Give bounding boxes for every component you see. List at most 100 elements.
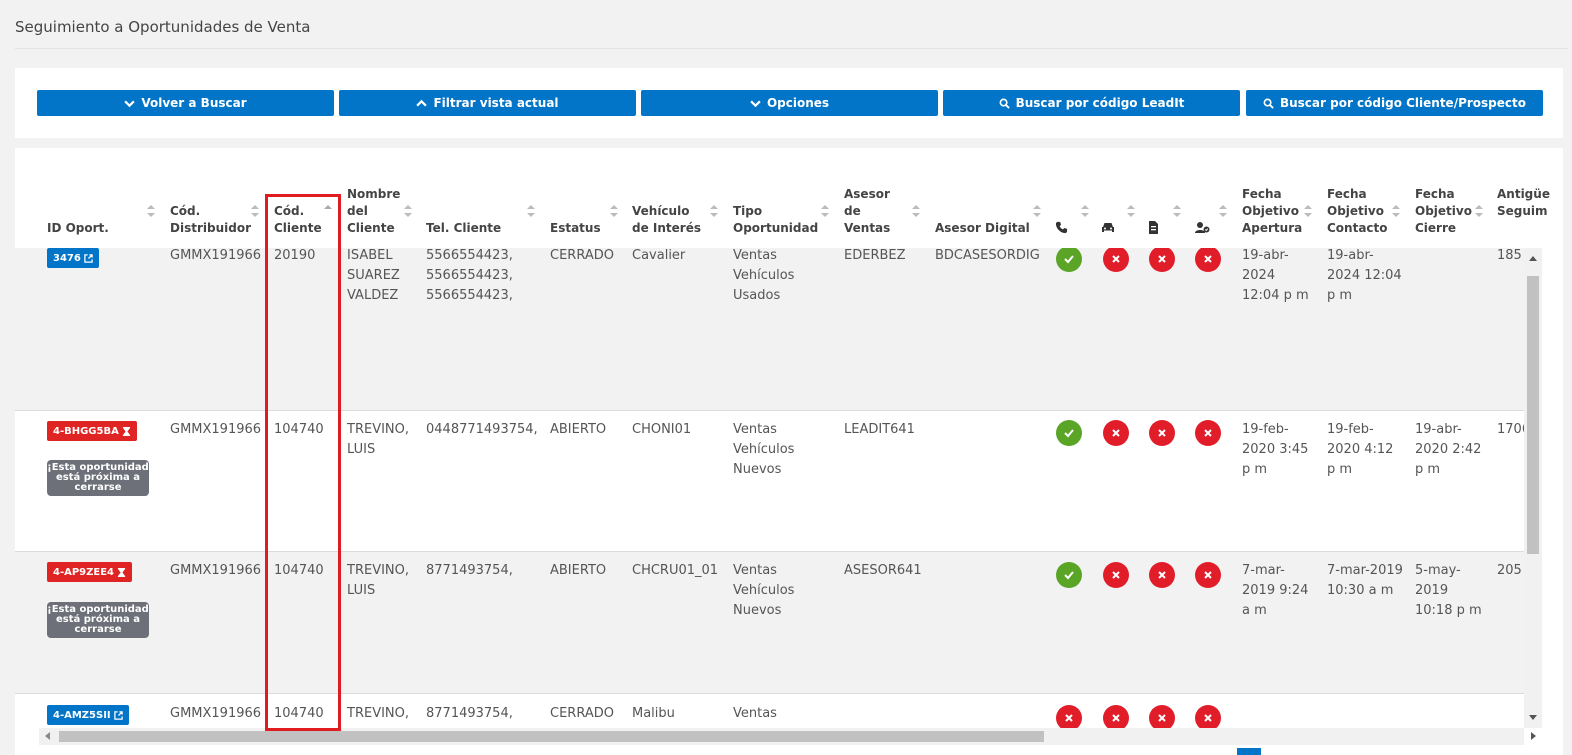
cross-icon <box>1195 705 1221 728</box>
opportunity-id-badge[interactable]: 4-BHGG5BA <box>47 421 137 441</box>
table-body: 3476 GMMX191966 20190 ISABEL SUAREZ VALD… <box>15 248 1524 728</box>
header-estatus[interactable]: Estatus <box>550 220 601 237</box>
sort-icon[interactable] <box>404 205 412 217</box>
cell-asesor: EDERBEZ <box>844 248 906 263</box>
scroll-down-arrow[interactable] <box>1529 715 1537 720</box>
volver-a-buscar-button[interactable]: Volver a Buscar <box>37 90 334 116</box>
cross-icon <box>1103 562 1129 588</box>
cell-tipo: Ventas Vehículos Nuevos <box>733 563 795 618</box>
cell-distribuidor: GMMX191966 <box>170 422 262 437</box>
cell-tel: 8771493754, <box>426 563 513 578</box>
check-icon <box>1056 248 1082 272</box>
cell-nombre: TREVINO, LUIS <box>347 563 410 598</box>
header-tel[interactable]: Tel. Cliente <box>426 220 501 237</box>
buscar-leadit-button[interactable]: Buscar por código LeadIt <box>943 90 1240 116</box>
sort-icon[interactable] <box>1033 205 1041 217</box>
cell-tel: 8771493754, <box>426 706 513 721</box>
sort-icon[interactable] <box>610 205 618 217</box>
cell-tel: 0448771493754, <box>426 422 538 437</box>
cell-fecha-cierre: 5-may-2019 10:18 p m <box>1415 563 1482 618</box>
buscar-cliente-button[interactable]: Buscar por código Cliente/Prospecto <box>1246 90 1543 116</box>
cell-asesor: ASESOR641 <box>844 563 922 578</box>
sort-icon[interactable] <box>1475 205 1483 217</box>
cross-icon <box>1195 420 1221 446</box>
table-row[interactable]: 4-AMZ5SII GMMX191966 104740 TREVINO, 877… <box>15 694 1524 728</box>
external-link-icon <box>84 253 93 263</box>
cell-distribuidor: GMMX191966 <box>170 563 262 578</box>
header-fecha-cierre[interactable]: Fecha Objetivo Cierre <box>1415 186 1473 237</box>
cross-icon <box>1103 248 1129 272</box>
table-row[interactable]: 4-AP9ZEE4 ¡Esta oportunidad está próxima… <box>15 552 1524 693</box>
closing-soon-note: ¡Esta oportunidad está próxima a cerrars… <box>47 460 149 496</box>
chevron-down-icon <box>124 100 136 107</box>
cell-vehiculo: Cavalier <box>632 248 686 263</box>
cell-cod-cliente: 104740 <box>274 422 324 437</box>
cell-tel: 5566554423, 5566554423, 5566554423, <box>426 248 513 303</box>
cell-asesor: LEADIT641 <box>844 422 915 437</box>
cell-tipo: Ventas Vehículos Nuevos <box>733 422 795 477</box>
sort-icon[interactable] <box>1081 205 1089 217</box>
cell-distribuidor: GMMX191966 <box>170 248 262 263</box>
opportunity-id-badge[interactable]: 4-AMZ5SII <box>47 705 129 725</box>
header-id[interactable]: ID Oport. <box>47 220 109 237</box>
header-antiguedad[interactable]: Antigüe Seguim <box>1497 186 1563 220</box>
sort-icon[interactable] <box>1304 205 1312 217</box>
table-header: ID Oport. Cód. Distribuidor Cód. Cliente… <box>15 148 1563 248</box>
sort-icon[interactable] <box>1127 205 1135 217</box>
cell-estatus: CERRADO <box>550 706 614 721</box>
cross-icon <box>1103 420 1129 446</box>
opportunity-id-badge[interactable]: 4-AP9ZEE4 <box>47 562 133 582</box>
opciones-button[interactable]: Opciones <box>641 90 938 116</box>
sort-icon[interactable] <box>147 205 155 217</box>
sort-icon[interactable] <box>710 205 718 217</box>
cell-antiguedad: 185 <box>1497 248 1522 263</box>
cross-icon <box>1149 248 1175 272</box>
scroll-right-arrow[interactable] <box>1531 732 1536 740</box>
header-tipo[interactable]: Tipo Oportunidad <box>733 203 823 237</box>
filtrar-vista-button[interactable]: Filtrar vista actual <box>339 90 636 116</box>
toolbar-card: Volver a Buscar Filtrar vista actual Opc… <box>15 68 1563 138</box>
sort-icon[interactable] <box>912 205 920 217</box>
table-row[interactable]: 4-BHGG5BA ¡Esta oportunidad está próxima… <box>15 411 1524 551</box>
header-distribuidor[interactable]: Cód. Distribuidor <box>170 203 251 237</box>
opportunity-id-badge[interactable]: 3476 <box>47 248 99 268</box>
sort-icon[interactable] <box>821 205 829 217</box>
phone-icon <box>1055 221 1068 234</box>
cell-antiguedad: 1706 <box>1497 422 1524 437</box>
header-fecha-apertura[interactable]: Fecha Objetivo Apertura <box>1242 186 1302 237</box>
title-divider <box>15 48 1568 49</box>
cell-vehiculo: CHCRU01_01 <box>632 563 719 578</box>
sort-icon[interactable] <box>1392 205 1400 217</box>
cell-tipo: Ventas <box>733 706 777 721</box>
cross-icon <box>1056 705 1082 728</box>
horizontal-scroll-thumb[interactable] <box>59 731 1044 742</box>
cell-fecha-cierre: 19-abr-2020 2:42 p m <box>1415 422 1482 477</box>
scroll-up-arrow[interactable] <box>1529 256 1537 261</box>
cell-tipo: Ventas Vehículos Usados <box>733 248 795 303</box>
sort-icon[interactable] <box>251 205 259 217</box>
header-fecha-contacto[interactable]: Fecha Objetivo Contacto <box>1327 186 1389 237</box>
table-row[interactable]: 3476 GMMX191966 20190 ISABEL SUAREZ VALD… <box>15 248 1524 410</box>
scroll-left-arrow[interactable] <box>45 732 50 740</box>
vertical-scroll-thumb[interactable] <box>1527 276 1539 554</box>
cell-fecha-contacto: 7-mar-2019 10:30 a m <box>1327 563 1403 598</box>
cross-icon <box>1103 705 1129 728</box>
horizontal-scrollbar[interactable] <box>39 728 1536 745</box>
sort-asc-icon[interactable] <box>324 205 332 217</box>
header-nombre[interactable]: Nombre del Cliente <box>347 186 405 237</box>
sort-icon[interactable] <box>1219 205 1227 217</box>
cell-estatus: ABIERTO <box>550 422 607 437</box>
header-vehiculo[interactable]: Vehículo de Interés <box>632 203 707 237</box>
vertical-scrollbar[interactable] <box>1524 248 1542 728</box>
header-digital[interactable]: Asesor Digital <box>935 220 1030 237</box>
sort-icon[interactable] <box>527 205 535 217</box>
search-icon <box>1263 98 1274 109</box>
cell-estatus: CERRADO <box>550 248 614 263</box>
header-asesor[interactable]: Asesor de Ventas <box>844 186 899 237</box>
cell-nombre: ISABEL SUAREZ VALDEZ <box>347 248 400 303</box>
contact-person-icon <box>1195 222 1210 233</box>
sort-icon[interactable] <box>1173 205 1181 217</box>
cell-fecha-apertura: 19-feb-2020 3:45 p m <box>1242 422 1309 477</box>
pagination-indicator[interactable] <box>1237 748 1261 755</box>
cell-cod-cliente: 20190 <box>274 248 316 263</box>
